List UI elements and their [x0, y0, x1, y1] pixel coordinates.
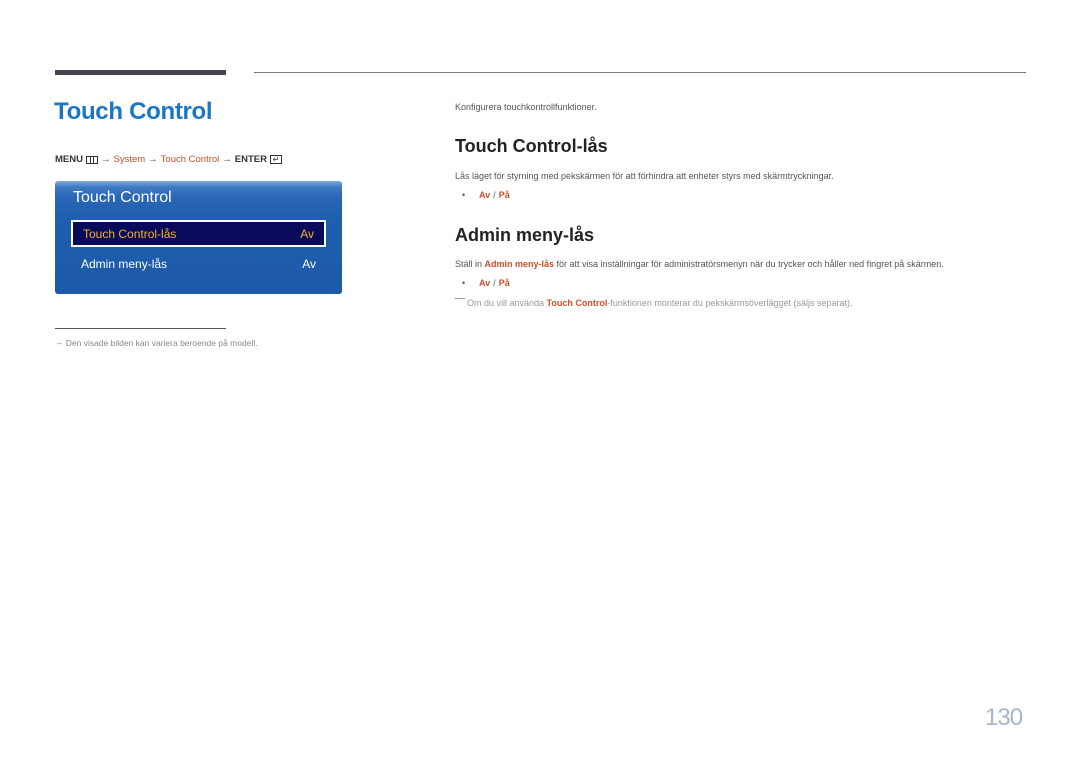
section-text-touch-control-lock: Lås läget för styrning med pekskärmen fö…	[455, 171, 834, 181]
note-icon	[455, 298, 465, 299]
option-off: Av	[479, 190, 491, 200]
section-heading-admin-menu-lock: Admin meny-lås	[455, 225, 595, 245]
option-on: På	[498, 190, 510, 200]
bullet-icon: •	[462, 190, 466, 200]
arrow-icon: →	[100, 154, 111, 165]
text-segment: för att visa inställningar för administr…	[554, 259, 944, 269]
option-list: • Av / På	[462, 190, 510, 200]
text-segment: -funktionen monterar du pekskärmsöverläg…	[607, 298, 853, 308]
menu-grid-icon	[85, 155, 98, 164]
osd-menu-panel: Touch Control Touch Control-lås Av Admin…	[55, 181, 342, 294]
header-rule-thin	[254, 72, 1026, 73]
option-separator: /	[493, 190, 496, 200]
page-title: Touch Control	[54, 98, 213, 125]
arrow-icon: →	[222, 154, 232, 165]
option-list: • Av / På	[462, 278, 510, 288]
breadcrumb-system: System	[113, 154, 146, 165]
osd-item-touch-control-lock[interactable]: Touch Control-lås Av	[71, 220, 326, 247]
text-highlight: Touch Control	[546, 298, 608, 308]
osd-item-admin-menu-lock[interactable]: Admin meny-lås Av	[71, 250, 326, 277]
osd-item-label: Touch Control-lås	[83, 226, 177, 241]
page-number: 130	[985, 704, 1023, 731]
bullet-icon: •	[462, 278, 466, 288]
section-text-admin-menu-lock: Ställ in Admin meny-lås för att visa ins…	[455, 259, 944, 269]
footnote-rule	[55, 328, 226, 329]
breadcrumb-enter: ENTER	[234, 154, 267, 165]
osd-item-value: Av	[300, 226, 314, 241]
option-on: På	[498, 278, 510, 288]
breadcrumb-menu: MENU	[55, 154, 83, 165]
breadcrumb-touch-control: Touch Control	[160, 154, 220, 165]
text-segment: Ställ in	[455, 259, 485, 269]
footnote-text: Den visade bilden kan variera beroende p…	[65, 338, 258, 348]
footnote-mark: –	[57, 338, 62, 348]
header-rule-thick	[55, 70, 226, 75]
text-segment: Om du vill använda	[467, 298, 547, 308]
enter-icon: ↵	[270, 155, 282, 164]
osd-item-label: Admin meny-lås	[81, 256, 168, 271]
section-heading-touch-control-lock: Touch Control-lås	[455, 136, 608, 156]
option-separator: /	[493, 278, 496, 288]
osd-menu-title: Touch Control	[73, 189, 172, 206]
arrow-icon: →	[148, 154, 158, 165]
text-highlight: Admin meny-lås	[484, 259, 555, 269]
option-off: Av	[479, 278, 491, 288]
footnote: – Den visade bilden kan variera beroende …	[57, 338, 258, 348]
note: Om du vill använda Touch Control-funktio…	[455, 298, 853, 308]
osd-item-value: Av	[302, 256, 316, 271]
breadcrumb: MENU → System → Touch Control → ENTER ↵	[55, 154, 282, 165]
intro-text: Konfigurera touchkontrollfunktioner.	[455, 102, 597, 112]
